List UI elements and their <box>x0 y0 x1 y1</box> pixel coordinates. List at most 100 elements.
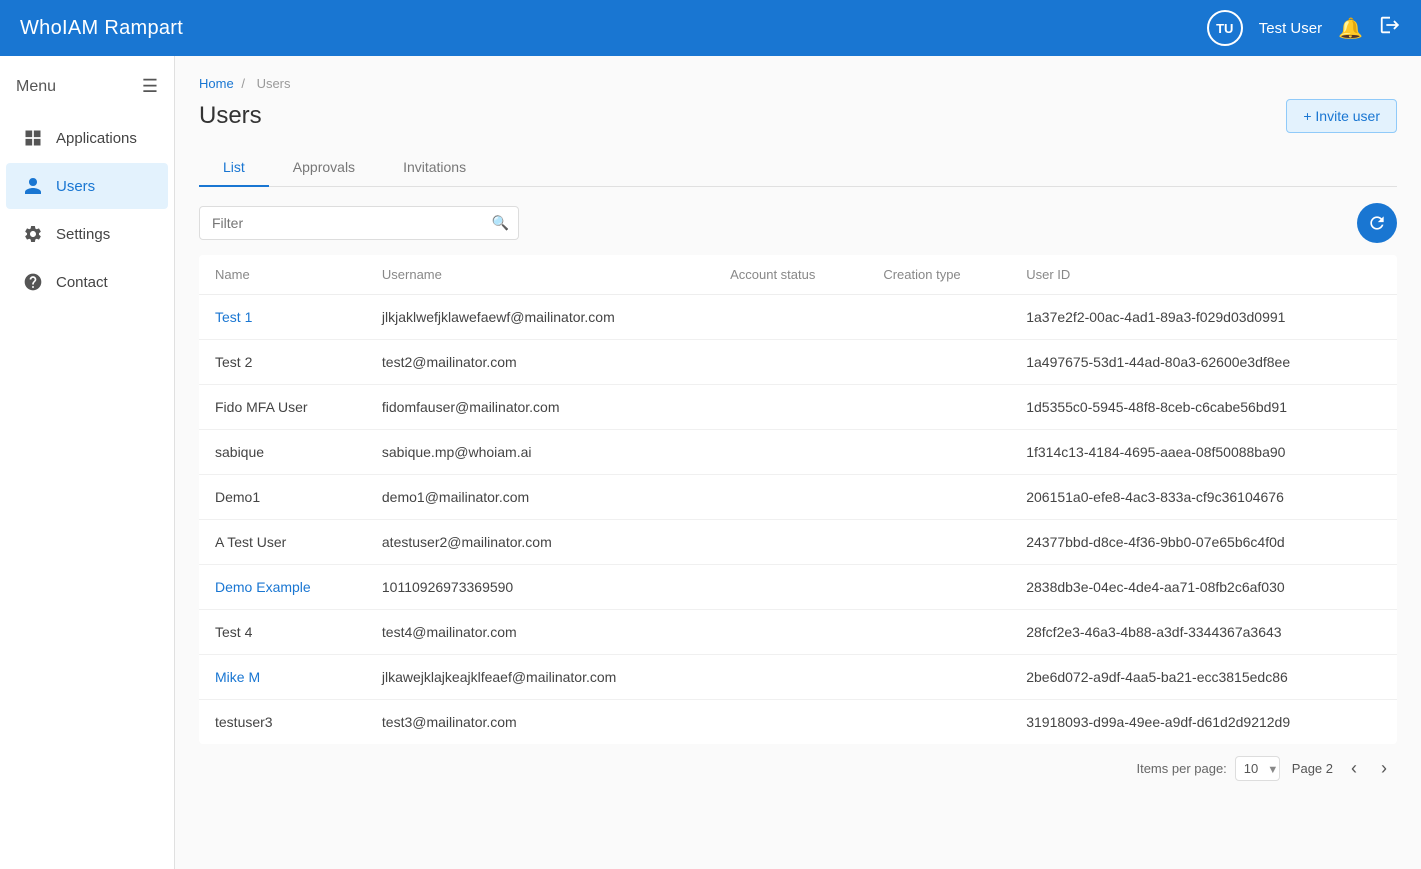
layout: Menu ☰ Applications Users Settings <box>0 56 1421 869</box>
user-creation-type <box>867 295 1010 340</box>
user-username: jlkawejklajkeajklfeaef@mailinator.com <box>366 655 714 700</box>
user-id: 1d5355c0-5945-48f8-8ceb-c6cabe56bd91 <box>1010 385 1397 430</box>
tab-invitations[interactable]: Invitations <box>379 149 490 187</box>
user-account-status <box>714 475 867 520</box>
sidebar-item-contact-label: Contact <box>56 274 108 291</box>
user-creation-type <box>867 385 1010 430</box>
user-account-status <box>714 700 867 745</box>
top-nav: WhoIAM Rampart TU Test User 🔔 <box>0 0 1421 56</box>
breadcrumb-current: Users <box>257 76 291 91</box>
items-per-page-label: Items per page: <box>1136 761 1226 776</box>
user-account-status <box>714 295 867 340</box>
user-username: atestuser2@mailinator.com <box>366 520 714 565</box>
table-row: Fido MFA Userfidomfauser@mailinator.com 1… <box>199 385 1397 430</box>
person-icon <box>22 175 44 197</box>
items-per-page-select[interactable]: 5 10 25 50 <box>1235 756 1280 781</box>
user-creation-type <box>867 610 1010 655</box>
user-account-status <box>714 340 867 385</box>
menu-label: Menu <box>16 78 56 96</box>
sidebar-item-settings[interactable]: Settings <box>6 211 168 257</box>
user-creation-type <box>867 430 1010 475</box>
tab-list[interactable]: List <box>199 149 269 187</box>
user-creation-type <box>867 340 1010 385</box>
page-label: Page 2 <box>1292 761 1333 776</box>
grid-icon <box>22 127 44 149</box>
user-id: 1a497675-53d1-44ad-80a3-62600e3df8ee <box>1010 340 1397 385</box>
user-id: 31918093-d99a-49ee-a9df-d61d2d9212d9 <box>1010 700 1397 745</box>
invite-user-button[interactable]: + Invite user <box>1286 99 1397 133</box>
user-username: sabique.mp@whoiam.ai <box>366 430 714 475</box>
user-account-status <box>714 385 867 430</box>
user-creation-type <box>867 520 1010 565</box>
avatar: TU <box>1207 10 1243 46</box>
user-creation-type <box>867 655 1010 700</box>
refresh-button[interactable] <box>1357 203 1397 243</box>
user-account-status <box>714 655 867 700</box>
user-name-link[interactable]: Demo Example <box>215 579 311 595</box>
sidebar-item-applications[interactable]: Applications <box>6 115 168 161</box>
user-creation-type <box>867 475 1010 520</box>
user-creation-type <box>867 565 1010 610</box>
logout-icon[interactable] <box>1379 14 1401 42</box>
table-row: Mike M jlkawejklajkeajklfeaef@mailinator.… <box>199 655 1397 700</box>
page-header: Users + Invite user <box>199 99 1397 133</box>
menu-toggle-icon[interactable]: ☰ <box>142 76 158 97</box>
breadcrumb-home[interactable]: Home <box>199 76 234 91</box>
user-name: A Test User <box>199 520 366 565</box>
next-page-button[interactable]: › <box>1375 756 1393 781</box>
tabs: List Approvals Invitations <box>199 149 1397 187</box>
gear-icon <box>22 223 44 245</box>
user-username: test4@mailinator.com <box>366 610 714 655</box>
sidebar: Menu ☰ Applications Users Settings <box>0 56 175 869</box>
notification-icon[interactable]: 🔔 <box>1338 16 1363 41</box>
prev-page-button[interactable]: ‹ <box>1345 756 1363 781</box>
page-title: Users <box>199 102 262 130</box>
app-title: WhoIAM Rampart <box>20 17 183 40</box>
col-creation-type: Creation type <box>867 255 1010 295</box>
user-account-status <box>714 565 867 610</box>
user-name: Demo1 <box>199 475 366 520</box>
user-account-status <box>714 430 867 475</box>
filter-input-wrap: 🔍 <box>199 206 519 240</box>
filter-input[interactable] <box>199 206 519 240</box>
help-icon <box>22 271 44 293</box>
sidebar-item-users[interactable]: Users <box>6 163 168 209</box>
table-row: Demo Example101109269733695902838db3e-04… <box>199 565 1397 610</box>
sidebar-item-contact[interactable]: Contact <box>6 259 168 305</box>
user-username: jlkjaklwefjklawefaewf@mailinator.com <box>366 295 714 340</box>
user-name-link[interactable]: Test 1 <box>215 309 252 325</box>
user-name: testuser3 <box>199 700 366 745</box>
table-row: sabiquesabique.mp@whoiam.ai1f314c13-4184… <box>199 430 1397 475</box>
user-name: Fido MFA User <box>199 385 366 430</box>
user-creation-type <box>867 700 1010 745</box>
table-row: Test 1 jlkjaklwefjklawefaewf@mailinator.c… <box>199 295 1397 340</box>
table-row: Demo1demo1@mailinator.com206151a0-efe8-4… <box>199 475 1397 520</box>
filter-bar: 🔍 <box>199 203 1397 243</box>
table-row: testuser3test3@mailinator.com 31918093-d9… <box>199 700 1397 745</box>
table-row: Test 2test2@mailinator.com1a497675-53d1-… <box>199 340 1397 385</box>
tab-approvals[interactable]: Approvals <box>269 149 379 187</box>
search-icon: 🔍 <box>492 215 509 232</box>
sidebar-item-settings-label: Settings <box>56 226 110 243</box>
user-id: 28fcf2e3-46a3-4b88-a3df-3344367a3643 <box>1010 610 1397 655</box>
col-username: Username <box>366 255 714 295</box>
table-header-row: Name Username Account status Creation ty… <box>199 255 1397 295</box>
users-table: Name Username Account status Creation ty… <box>199 255 1397 744</box>
col-name: Name <box>199 255 366 295</box>
breadcrumb-separator: / <box>241 76 245 91</box>
breadcrumb: Home / Users <box>199 76 1397 91</box>
user-name-link[interactable]: Mike M <box>215 669 260 685</box>
user-username: test3@mailinator.com <box>366 700 714 745</box>
col-account-status: Account status <box>714 255 867 295</box>
top-nav-right: TU Test User 🔔 <box>1207 10 1401 46</box>
col-user-id: User ID <box>1010 255 1397 295</box>
sidebar-item-users-label: Users <box>56 178 95 195</box>
user-id: 2be6d072-a9df-4aa5-ba21-ecc3815edc86 <box>1010 655 1397 700</box>
user-id: 1f314c13-4184-4695-aaea-08f50088ba90 <box>1010 430 1397 475</box>
user-name: Test 2 <box>199 340 366 385</box>
user-username: fidomfauser@mailinator.com <box>366 385 714 430</box>
user-account-status <box>714 520 867 565</box>
user-account-status <box>714 610 867 655</box>
main-content: Home / Users Users + Invite user List Ap… <box>175 56 1421 869</box>
table-row: Test 4test4@mailinator.com28fcf2e3-46a3-… <box>199 610 1397 655</box>
